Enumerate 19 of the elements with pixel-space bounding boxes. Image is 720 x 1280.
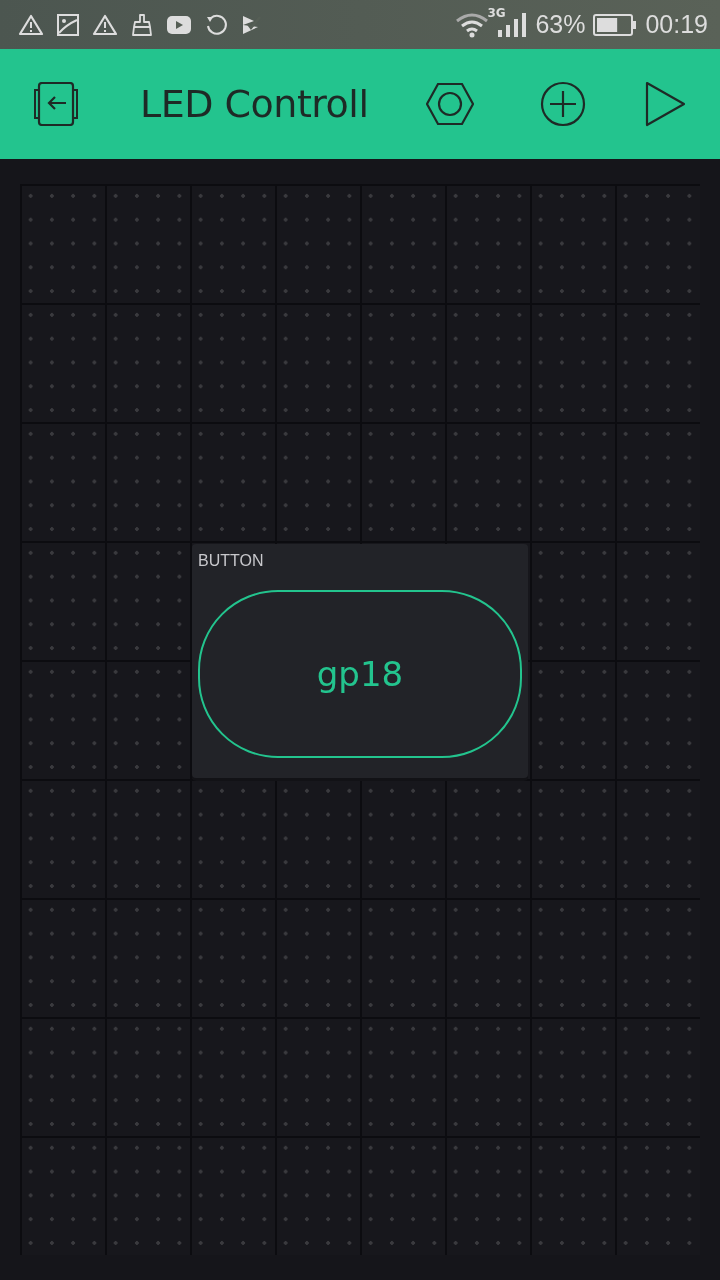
toggle-button[interactable]: gp18: [198, 590, 522, 758]
app-title: LED Controll: [140, 82, 369, 127]
exit-icon[interactable]: [32, 82, 80, 127]
refresh-icon: [204, 12, 228, 37]
brush-icon: [130, 12, 154, 37]
battery-icon: [593, 13, 638, 36]
widget-card[interactable]: BUTTON gp18: [192, 544, 528, 778]
network-type: 3G: [487, 5, 506, 20]
image-icon: [56, 12, 80, 37]
play-icon: [166, 13, 192, 36]
add-icon[interactable]: [540, 81, 586, 128]
clock: 00:19: [645, 10, 708, 40]
play-icon[interactable]: [644, 81, 686, 128]
battery-percent: 63%: [535, 10, 586, 40]
warning-icon: [92, 12, 118, 37]
wifi-icon: [455, 11, 490, 38]
warning-icon: [18, 12, 44, 37]
widget-label: BUTTON: [198, 552, 264, 570]
settings-icon[interactable]: [426, 82, 474, 127]
